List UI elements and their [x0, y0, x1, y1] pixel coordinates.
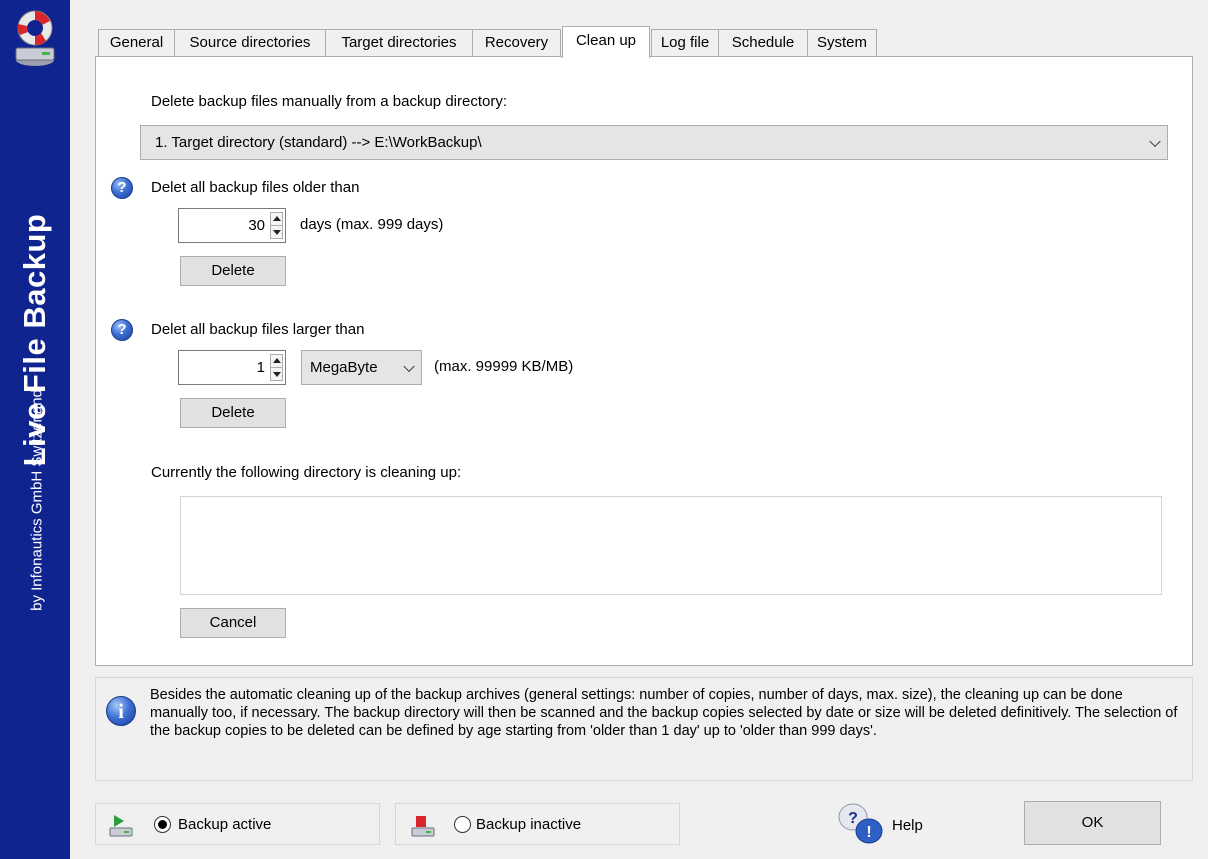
backup-active-label[interactable]: Backup active [178, 816, 271, 833]
size-max-note: (max. 99999 KB/MB) [434, 358, 574, 375]
backup-active-group: Backup active [95, 803, 380, 845]
size-stepper[interactable]: 1 [178, 350, 286, 385]
svg-text:?: ? [848, 810, 858, 827]
tab-general[interactable]: General [98, 29, 175, 56]
question-mark-icon[interactable]: ? [111, 177, 133, 199]
info-box: i Besides the automatic cleaning up of t… [95, 677, 1193, 781]
size-unit-value: MegaByte [310, 359, 378, 376]
directory-select[interactable]: 1. Target directory (standard) --> E:\Wo… [140, 125, 1168, 160]
delete-larger-button[interactable]: Delete [180, 398, 286, 428]
days-stepper[interactable]: 30 [178, 208, 286, 243]
directory-select-value: 1. Target directory (standard) --> E:\Wo… [155, 134, 482, 151]
help-bubbles-icon: ? ! [838, 803, 883, 844]
backup-inactive-label[interactable]: Backup inactive [476, 816, 581, 833]
clean-up-panel: Delete backup files manually from a back… [95, 56, 1193, 666]
ok-button[interactable]: OK [1024, 801, 1161, 845]
tab-log-file[interactable]: Log file [651, 29, 719, 56]
help-label[interactable]: Help [892, 817, 923, 834]
days-max-note: days (max. 999 days) [300, 216, 444, 233]
drive-green-arrow-icon [109, 815, 133, 837]
size-unit-select[interactable]: MegaByte [301, 350, 422, 385]
backup-inactive-radio[interactable] [454, 816, 471, 833]
larger-than-label: Delet all backup files larger than [151, 321, 365, 338]
spin-up-icon[interactable] [273, 216, 281, 221]
cancel-button[interactable]: Cancel [180, 608, 286, 638]
days-value: 30 [248, 217, 265, 234]
older-than-label: Delet all backup files older than [151, 179, 360, 196]
info-text: Besides the automatic cleaning up of the… [150, 687, 1178, 739]
backup-inactive-group: Backup inactive [395, 803, 680, 845]
backup-active-radio[interactable] [154, 816, 171, 833]
size-value: 1 [256, 359, 265, 376]
chevron-down-icon [1149, 135, 1161, 147]
help-button[interactable]: ? ! Help [836, 800, 936, 848]
current-directory-label: Currently the following directory is cle… [151, 464, 462, 481]
tab-system[interactable]: System [807, 29, 877, 56]
info-icon: i [106, 696, 136, 726]
tab-clean-up[interactable]: Clean up [562, 26, 650, 58]
question-mark-icon[interactable]: ? [111, 319, 133, 341]
chevron-down-icon [403, 360, 415, 372]
lifebuoy-drive-icon [15, 10, 55, 66]
spin-down-icon[interactable] [273, 372, 281, 377]
days-spin-buttons[interactable] [270, 212, 283, 239]
tab-target-directories[interactable]: Target directories [325, 29, 473, 56]
drive-red-icon [411, 816, 435, 837]
manual-delete-label: Delete backup files manually from a back… [151, 93, 508, 110]
tab-recovery[interactable]: Recovery [472, 29, 561, 56]
sidebar: Live File Backup by Infonautics GmbH Swi… [0, 0, 70, 859]
svg-text:!: ! [866, 824, 871, 841]
app-subtitle: by Infonautics GmbH Switzerland [28, 389, 46, 611]
current-directory-output [180, 496, 1162, 595]
size-spin-buttons[interactable] [270, 354, 283, 381]
tab-source-directories[interactable]: Source directories [174, 29, 326, 56]
tab-schedule[interactable]: Schedule [718, 29, 808, 56]
delete-older-button[interactable]: Delete [180, 256, 286, 286]
spin-down-icon[interactable] [273, 230, 281, 235]
spin-up-icon[interactable] [273, 358, 281, 363]
